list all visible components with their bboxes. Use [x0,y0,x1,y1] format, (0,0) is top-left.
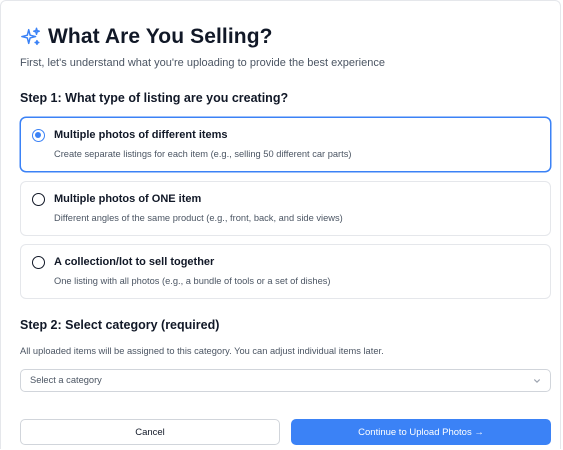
page-header: What Are You Selling? [20,25,273,49]
listing-option-different-items[interactable]: Multiple photos of different items Creat… [20,117,551,172]
option-description: Different angles of the same product (e.… [54,213,343,223]
option-title: Multiple photos of ONE item [54,193,202,205]
listing-type-dialog: What Are You Selling? First, let's under… [0,0,561,449]
category-help-text: All uploaded items will be assigned to t… [20,346,384,356]
option-title: A collection/lot to sell together [54,256,215,268]
category-select[interactable]: Select a category [20,369,551,392]
option-title: Multiple photos of different items [54,129,228,141]
category-select-value: Select a category [30,375,102,385]
continue-upload-button[interactable]: Continue to Upload Photos → [291,419,551,445]
listing-option-collection[interactable]: A collection/lot to sell together One li… [20,244,551,299]
chevron-down-icon [534,379,540,383]
step1-heading: Step 1: What type of listing are you cre… [20,91,289,105]
cancel-button[interactable]: Cancel [20,419,280,445]
sparkle-icon [21,27,40,46]
page-title: What Are You Selling? [48,25,273,48]
radio-one-item[interactable] [32,193,45,206]
option-description: One listing with all photos (e.g., a bun… [54,276,331,286]
listing-option-one-item[interactable]: Multiple photos of ONE item Different an… [20,181,551,236]
step2-heading: Step 2: Select category (required) [20,318,220,332]
page-subtitle: First, let's understand what you're uplo… [20,57,385,69]
radio-collection[interactable] [32,256,45,269]
option-description: Create separate listings for each item (… [54,149,352,159]
radio-different-items[interactable] [32,129,45,142]
